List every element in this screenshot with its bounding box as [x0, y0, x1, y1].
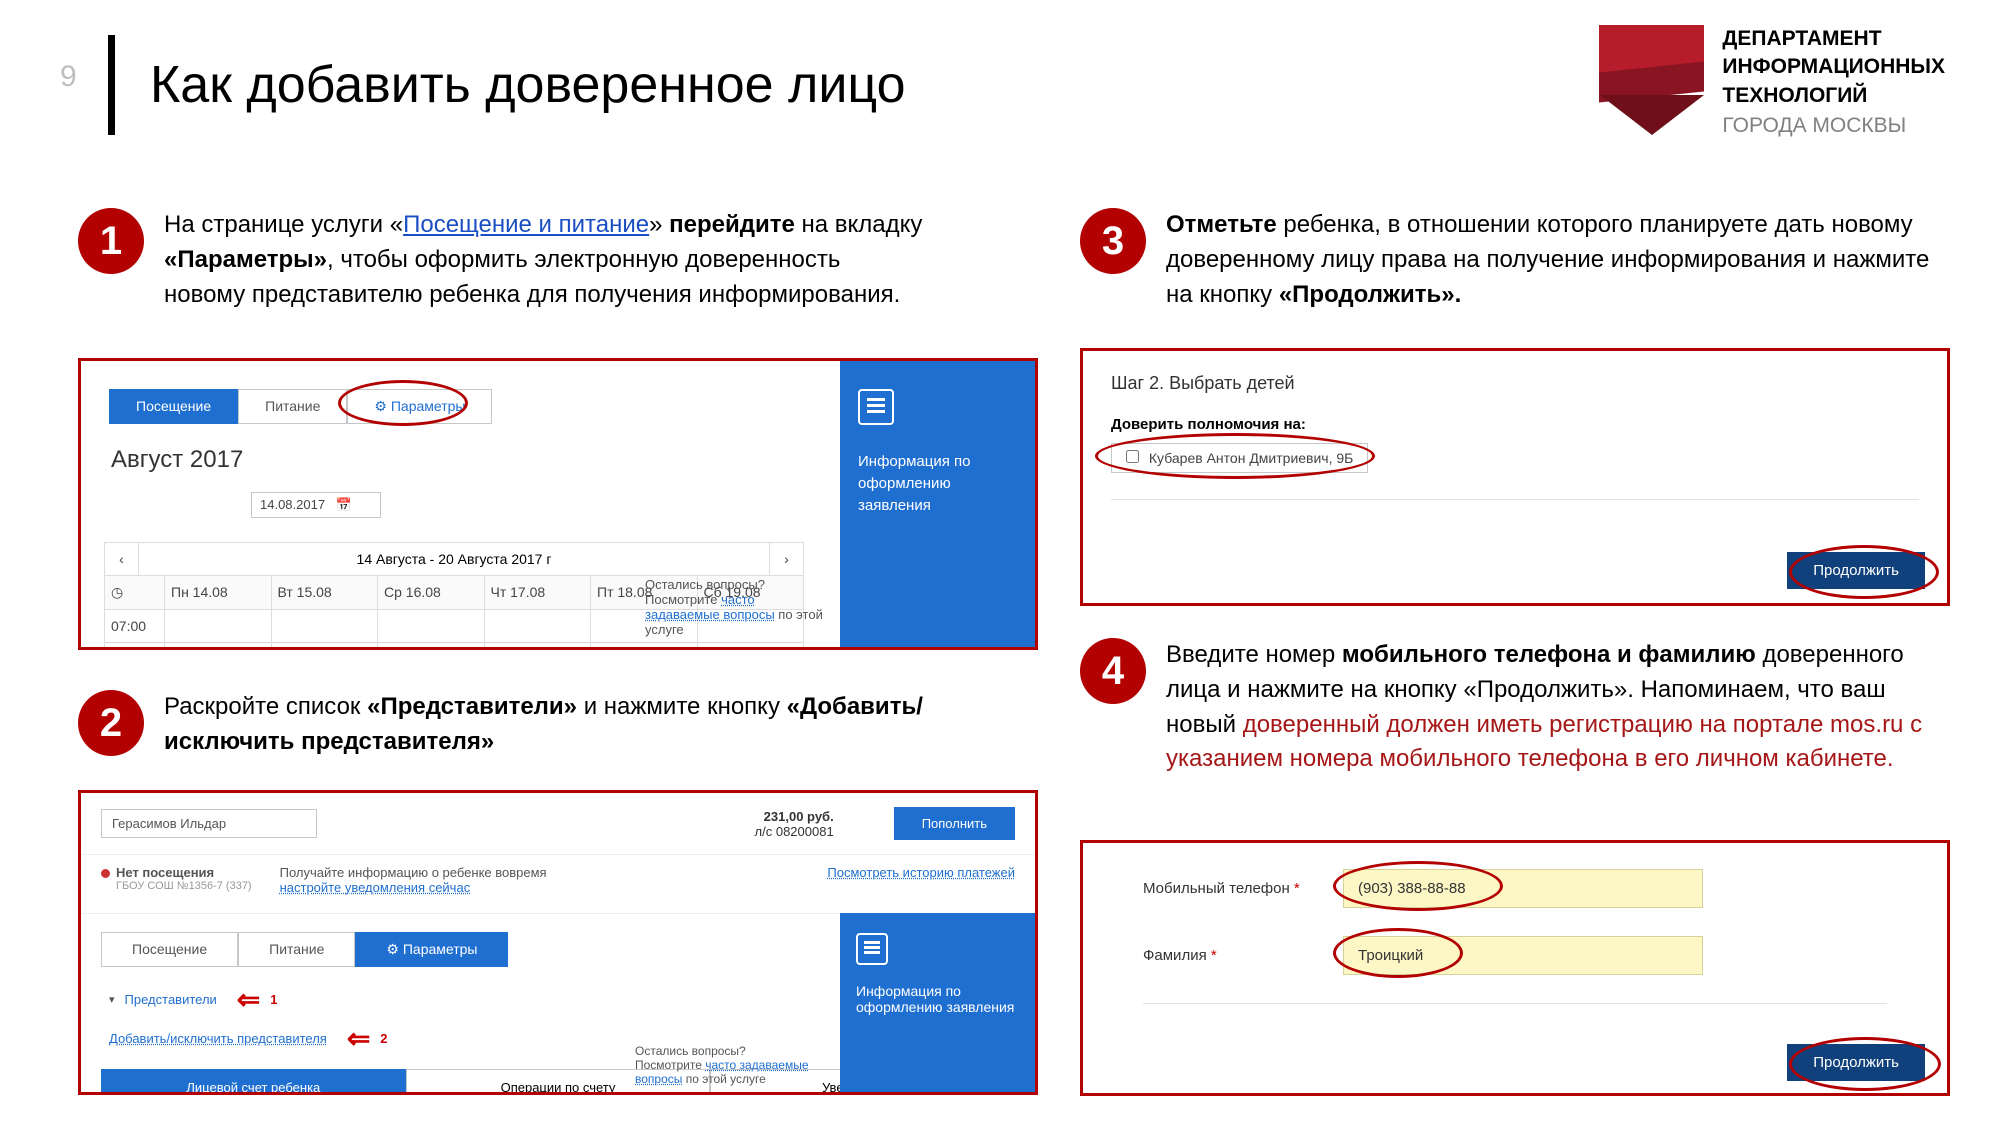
topup-button[interactable]: Пополнить: [894, 807, 1015, 840]
screenshot-4: Мобильный телефон * Фамилия * Продолжить: [1080, 840, 1950, 1096]
calendar-week-header: ‹ 14 Августа - 20 Августа 2017 г ›: [104, 542, 804, 576]
child-select[interactable]: Герасимов Ильдар: [101, 809, 317, 838]
info-sidebar: Информация по оформлению заявления: [840, 361, 1035, 647]
step-badge-4: 4: [1080, 638, 1146, 704]
chevron-down-icon[interactable]: ▾: [109, 993, 115, 1006]
step-2-text: Раскройте список «Представители» и нажми…: [164, 690, 928, 760]
tab-settings[interactable]: ⚙ Параметры: [355, 932, 508, 967]
step-2: 2 Раскройте список «Представители» и наж…: [78, 690, 928, 760]
tab-settings[interactable]: ⚙ Параметры: [347, 389, 492, 424]
lastname-label: Фамилия *: [1143, 947, 1343, 964]
clock-icon: ◷: [105, 576, 165, 610]
step-4-text: Введите номер мобильного телефона и фами…: [1166, 638, 1950, 777]
prev-week-button[interactable]: ‹: [105, 543, 139, 575]
title-bar: Как добавить доверенное лицо: [108, 35, 906, 135]
info-sidebar: Информация по оформлению заявления: [840, 913, 1035, 1092]
tab-visiting[interactable]: Посещение: [101, 932, 238, 967]
continue-button[interactable]: Продолжить: [1787, 1044, 1925, 1081]
next-week-button[interactable]: ›: [769, 543, 803, 575]
add-rep-link[interactable]: Добавить/исключить представителя: [109, 1031, 327, 1046]
tab-meals[interactable]: Питание: [238, 932, 355, 967]
no-visit-status: Нет посещения: [101, 865, 214, 880]
subtab-account[interactable]: Лицевой счет ребенка: [101, 1069, 406, 1095]
step-3-text: Отметьте ребенка, в отношении которого п…: [1166, 208, 1950, 312]
step-3: 3 Отметьте ребенка, в отношении которого…: [1080, 208, 1950, 312]
faq-block: Остались вопросы? Посмотрите часто задав…: [635, 1044, 825, 1086]
child-checkbox[interactable]: [1126, 450, 1139, 463]
delegate-label: Доверить полномочия на:: [1111, 416, 1919, 433]
step-1: 1 На странице услуги «Посещение и питани…: [78, 208, 928, 312]
service-link[interactable]: Посещение и питание: [403, 211, 649, 238]
arrow-icon: ⇐: [347, 1022, 370, 1055]
arrow-icon: ⇐: [237, 983, 260, 1016]
configure-link[interactable]: настройте уведомления сейчас: [280, 880, 471, 895]
slide-title: Как добавить доверенное лицо: [150, 55, 906, 115]
logo-text: ДЕПАРТАМЕНТ ИНФОРМАЦИОННЫХ ТЕХНОЛОГИЙ ГО…: [1722, 25, 1945, 140]
step-badge-2: 2: [78, 690, 144, 756]
lastname-input[interactable]: [1343, 936, 1703, 975]
history-link[interactable]: Посмотреть историю платежей: [827, 865, 1015, 895]
tab-meals[interactable]: Питание: [238, 389, 347, 424]
reps-link[interactable]: Представители: [125, 992, 217, 1007]
screenshot-3: Шаг 2. Выбрать детей Доверить полномочия…: [1080, 348, 1950, 606]
continue-button[interactable]: Продолжить: [1787, 552, 1925, 589]
slide-number: 9: [60, 60, 77, 94]
step-4: 4 Введите номер мобильного телефона и фа…: [1080, 638, 1950, 777]
screenshot-1: Посещение Питание ⚙ Параметры Август 201…: [78, 358, 1038, 650]
tab-visiting[interactable]: Посещение: [109, 389, 238, 424]
step-1-text: На странице услуги «Посещение и питание»…: [164, 208, 928, 312]
dit-logo: ДЕПАРТАМЕНТ ИНФОРМАЦИОННЫХ ТЕХНОЛОГИЙ ГО…: [1599, 25, 1945, 140]
child-chip[interactable]: Кубарев Антон Дмитриевич, 9Б: [1111, 443, 1368, 473]
faq-block: Остались вопросы? Посмотрите часто задав…: [645, 577, 825, 637]
step-heading: Шаг 2. Выбрать детей: [1111, 373, 1919, 394]
document-icon: [856, 933, 888, 965]
phone-input[interactable]: [1343, 869, 1703, 908]
shield-icon: [1599, 25, 1704, 135]
screenshot-2: Герасимов Ильдар 231,00 руб. л/с 0820008…: [78, 790, 1038, 1095]
phone-label: Мобильный телефон *: [1143, 880, 1343, 897]
step-badge-3: 3: [1080, 208, 1146, 274]
balance: 231,00 руб. л/с 08200081: [755, 809, 834, 839]
step-badge-1: 1: [78, 208, 144, 274]
date-picker[interactable]: 14.08.2017 📅: [251, 492, 381, 518]
document-icon: [858, 389, 894, 425]
